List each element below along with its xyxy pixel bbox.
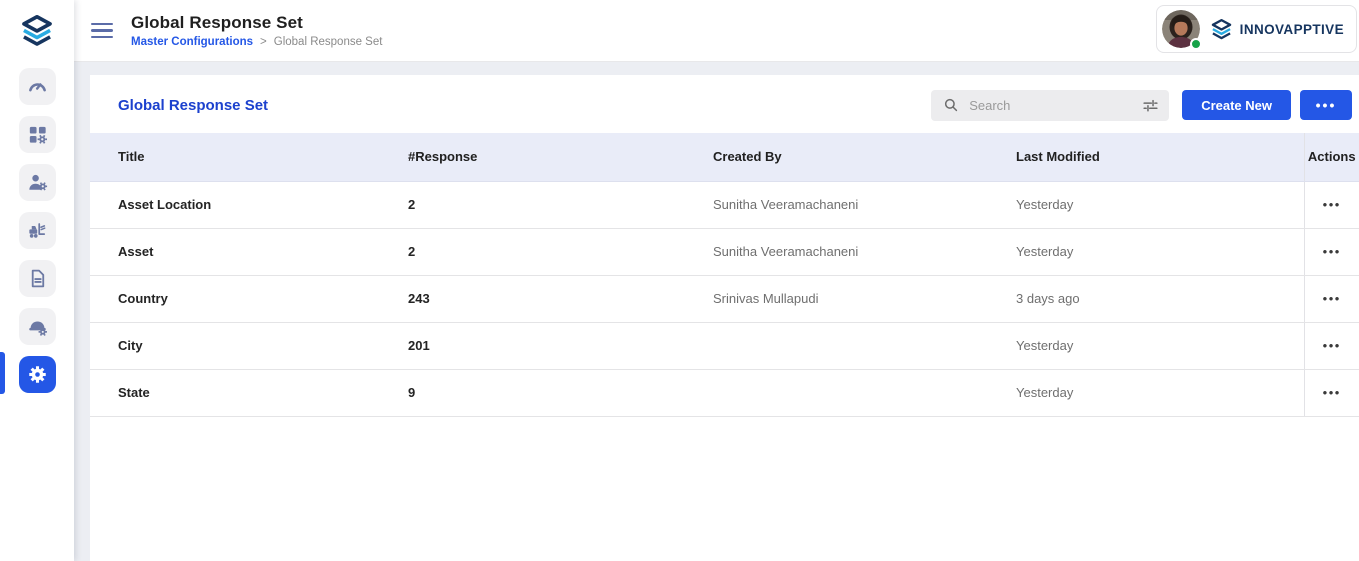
page-title: Global Response Set [131, 13, 382, 33]
table-row: Asset2Sunitha VeeramachaneniYesterday [90, 228, 1359, 275]
table-row: Asset Location2Sunitha VeeramachaneniYes… [90, 181, 1359, 228]
table-row: City201 Yesterday [90, 322, 1359, 369]
toolbar-more-button[interactable] [1300, 90, 1352, 120]
table-row: Country243Srinivas Mullapudi3 days ago [90, 275, 1359, 322]
document-icon [26, 267, 49, 290]
online-status-dot [1190, 38, 1202, 50]
cell-title: Asset Location [90, 181, 408, 228]
sidebar-nav [19, 68, 56, 393]
innovapptive-mark-icon [1209, 17, 1234, 42]
breadcrumb-parent-link[interactable]: Master Configurations [131, 36, 253, 48]
row-actions-button[interactable] [1304, 275, 1359, 322]
tune-filter-icon[interactable] [1141, 96, 1160, 115]
search-icon [942, 96, 960, 114]
cell-response-count: 9 [408, 369, 713, 416]
column-header-actions: Actions [1304, 133, 1359, 181]
breadcrumb-separator: > [260, 36, 267, 48]
avatar[interactable] [1162, 10, 1200, 48]
cell-created-by: Sunitha Veeramachaneni [713, 228, 1016, 275]
more-horizontal-icon [1323, 245, 1341, 258]
row-actions-button[interactable] [1304, 322, 1359, 369]
sidebar-item-operator-rounds[interactable] [19, 308, 56, 345]
table-body: Asset Location2Sunitha VeeramachaneniYes… [90, 181, 1359, 416]
cell-last-modified: 3 days ago [1016, 275, 1304, 322]
top-bar: Global Response Set Master Configuration… [74, 0, 1359, 62]
panel-heading: Global Response Set [118, 97, 268, 114]
hamburger-menu-icon[interactable] [91, 21, 117, 41]
cell-response-count: 201 [408, 322, 713, 369]
sidebar-item-documents[interactable] [19, 260, 56, 297]
cell-title: State [90, 369, 408, 416]
search-box [931, 90, 1169, 121]
brand-logo: INNOVAPPTIVE [1209, 17, 1344, 42]
row-actions-button[interactable] [1304, 181, 1359, 228]
cell-last-modified: Yesterday [1016, 322, 1304, 369]
gear-icon [26, 363, 49, 386]
column-header-response: #Response [408, 133, 713, 181]
response-set-table: Title #Response Created By Last Modified… [90, 133, 1359, 417]
table-row: State9 Yesterday [90, 369, 1359, 416]
active-nav-indicator [0, 352, 5, 394]
cell-response-count: 2 [408, 181, 713, 228]
hardhat-gear-icon [26, 315, 49, 338]
toolbar: Global Response Set Create New [90, 75, 1359, 133]
title-block: Global Response Set Master Configuration… [131, 13, 382, 48]
cell-last-modified: Yesterday [1016, 228, 1304, 275]
sidebar-item-modules[interactable] [19, 116, 56, 153]
column-header-created-by: Created By [713, 133, 1016, 181]
cell-title: Asset [90, 228, 408, 275]
breadcrumb: Master Configurations > Global Response … [131, 36, 382, 48]
more-horizontal-icon [1316, 98, 1337, 112]
more-horizontal-icon [1323, 292, 1341, 305]
cell-title: Country [90, 275, 408, 322]
app-logo [16, 10, 58, 52]
cell-response-count: 2 [408, 228, 713, 275]
cell-last-modified: Yesterday [1016, 181, 1304, 228]
cell-response-count: 243 [408, 275, 713, 322]
innovapptive-mark-icon [18, 12, 56, 50]
table-header-row: Title #Response Created By Last Modified… [90, 133, 1359, 181]
cell-created-by: Srinivas Mullapudi [713, 275, 1016, 322]
brand-name: INNOVAPPTIVE [1240, 22, 1344, 37]
gauge-icon [26, 75, 49, 98]
content-panel: Global Response Set Create New [90, 75, 1359, 561]
sidebar-item-settings[interactable] [19, 356, 56, 393]
more-horizontal-icon [1323, 386, 1341, 399]
column-header-last-modified: Last Modified [1016, 133, 1304, 181]
cell-last-modified: Yesterday [1016, 369, 1304, 416]
more-horizontal-icon [1323, 339, 1341, 352]
more-horizontal-icon [1323, 198, 1341, 211]
sidebar [0, 0, 74, 561]
cell-title: City [90, 322, 408, 369]
person-gear-icon [26, 171, 49, 194]
grid-gear-icon [26, 123, 49, 146]
cell-created-by: Sunitha Veeramachaneni [713, 181, 1016, 228]
column-header-title: Title [90, 133, 408, 181]
user-brand-card: INNOVAPPTIVE [1156, 5, 1357, 53]
row-actions-button[interactable] [1304, 228, 1359, 275]
cell-created-by [713, 322, 1016, 369]
create-new-button[interactable]: Create New [1182, 90, 1291, 120]
row-actions-button[interactable] [1304, 369, 1359, 416]
sidebar-item-user-management[interactable] [19, 164, 56, 201]
sidebar-item-dashboard[interactable] [19, 68, 56, 105]
search-input[interactable] [969, 98, 1141, 113]
forklift-icon [26, 219, 49, 242]
breadcrumb-current: Global Response Set [274, 36, 383, 48]
main-area: Global Response Set Master Configuration… [74, 0, 1359, 561]
sidebar-item-equipment[interactable] [19, 212, 56, 249]
cell-created-by [713, 369, 1016, 416]
